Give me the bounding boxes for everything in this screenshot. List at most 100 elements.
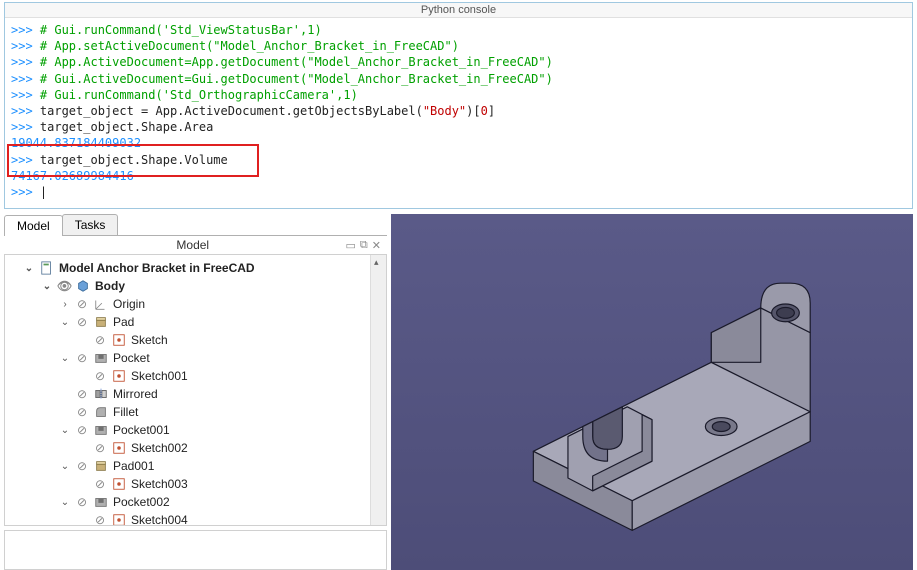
visibility-hidden-icon[interactable]: ⊘	[75, 423, 89, 437]
prompt: >>>	[11, 72, 40, 86]
expand-icon[interactable]: ⌄	[59, 461, 71, 472]
expand-icon[interactable]: ⌄	[59, 353, 71, 364]
console-line: target_object.Shape.Area	[40, 120, 213, 134]
sketch-icon	[111, 332, 127, 348]
console-result: 74167.02689984416	[11, 169, 134, 183]
python-console-panel: Python console >>> # Gui.runCommand('Std…	[4, 2, 913, 208]
tree-sketch001[interactable]: ⊘ Sketch001	[77, 367, 386, 385]
python-console[interactable]: >>> # Gui.runCommand('Std_ViewStatusBar'…	[5, 18, 912, 208]
tree-pocket002[interactable]: ⌄ ⊘ Pocket002	[59, 493, 386, 511]
tree-pocket001[interactable]: ⌄ ⊘ Pocket001	[59, 421, 386, 439]
panel-title: Model	[40, 238, 346, 252]
3d-viewport[interactable]	[391, 214, 913, 570]
tree-sketch004[interactable]: ⊘ Sketch004	[77, 511, 386, 526]
console-cursor[interactable]: |	[40, 185, 47, 199]
model-tree[interactable]: ⌄ Model Anchor Bracket in FreeCAD ⌄ 👁	[5, 255, 386, 526]
document-icon	[39, 260, 55, 276]
pocket-icon	[93, 422, 109, 438]
expand-icon[interactable]: ⌄	[59, 497, 71, 508]
visibility-hidden-icon[interactable]: ⊘	[75, 315, 89, 329]
pad-icon	[93, 314, 109, 330]
visibility-hidden-icon[interactable]: ⊘	[93, 441, 107, 455]
model-panel: Model Tasks Model ▭ ⧉ ✕ ⌄	[4, 214, 387, 570]
tree-label: Sketch	[131, 333, 168, 347]
tree-label: Pocket001	[113, 423, 170, 437]
pocket-icon	[93, 350, 109, 366]
mirror-icon	[93, 386, 109, 402]
visibility-hidden-icon[interactable]: ⊘	[75, 351, 89, 365]
console-title: Python console	[5, 3, 912, 18]
tree-label: Sketch004	[131, 513, 188, 526]
tree-label: Mirrored	[113, 387, 158, 401]
visibility-hidden-icon[interactable]: ⊘	[93, 477, 107, 491]
visibility-hidden-icon[interactable]: ⊘	[75, 495, 89, 509]
tree-fillet[interactable]: ⊘ Fillet	[59, 403, 386, 421]
console-line: # Gui.ActiveDocument=Gui.getDocument("Mo…	[40, 72, 553, 86]
prompt: >>>	[11, 104, 40, 118]
tree-pad[interactable]: ⌄ ⊘ Pad	[59, 313, 386, 331]
visibility-hidden-icon[interactable]: ⊘	[93, 513, 107, 526]
body-icon	[75, 278, 91, 294]
tree-sketch[interactable]: ⊘ Sketch	[77, 331, 386, 349]
panel-header: Model ▭ ⧉ ✕	[4, 236, 387, 255]
visibility-icon[interactable]: 👁	[57, 279, 71, 293]
expand-icon[interactable]: ⌄	[41, 281, 53, 292]
prompt: >>>	[11, 185, 40, 199]
visibility-hidden-icon[interactable]: ⊘	[75, 459, 89, 473]
origin-icon	[93, 296, 109, 312]
panel-close-icon[interactable]: ✕	[372, 239, 381, 252]
console-line: # App.setActiveDocument("Model_Anchor_Br…	[40, 39, 459, 53]
tree-label: Model Anchor Bracket in FreeCAD	[59, 261, 255, 275]
expand-icon[interactable]: ›	[59, 299, 71, 310]
console-result: 19044.837184409032	[11, 136, 141, 150]
tree-origin[interactable]: › ⊘ Origin	[59, 295, 386, 313]
console-line: target_object.Shape.Volume	[40, 153, 228, 167]
bracket-model	[391, 214, 913, 570]
tree-root[interactable]: ⌄ Model Anchor Bracket in FreeCAD	[23, 259, 386, 277]
tree-label: Sketch001	[131, 369, 188, 383]
visibility-hidden-icon[interactable]: ⊘	[75, 405, 89, 419]
sketch-icon	[111, 368, 127, 384]
console-line: target_object = App.ActiveDocument.getOb…	[40, 104, 495, 118]
tree-label: Pocket	[113, 351, 150, 365]
sketch-icon	[111, 512, 127, 526]
tree-sketch003[interactable]: ⊘ Sketch003	[77, 475, 386, 493]
console-line: # App.ActiveDocument=App.getDocument("Mo…	[40, 55, 553, 69]
prompt: >>>	[11, 39, 40, 53]
fillet-icon	[93, 404, 109, 420]
tree-pocket[interactable]: ⌄ ⊘ Pocket	[59, 349, 386, 367]
tree-body[interactable]: ⌄ 👁 Body	[41, 277, 386, 295]
sketch-icon	[111, 476, 127, 492]
tab-tasks[interactable]: Tasks	[62, 214, 119, 235]
tree-label: Sketch002	[131, 441, 188, 455]
panel-detach-icon[interactable]: ⧉	[360, 239, 368, 252]
property-panel[interactable]	[4, 530, 387, 570]
visibility-hidden-icon[interactable]: ⊘	[93, 333, 107, 347]
tab-bar: Model Tasks	[4, 214, 387, 236]
visibility-hidden-icon[interactable]: ⊘	[93, 369, 107, 383]
sketch-icon	[111, 440, 127, 456]
pad-icon	[93, 458, 109, 474]
tree-sketch002[interactable]: ⊘ Sketch002	[77, 439, 386, 457]
prompt: >>>	[11, 153, 40, 167]
pocket-icon	[93, 494, 109, 510]
expand-icon[interactable]: ⌄	[59, 317, 71, 328]
tree-label: Sketch003	[131, 477, 188, 491]
visibility-hidden-icon[interactable]: ⊘	[75, 387, 89, 401]
prompt: >>>	[11, 23, 40, 37]
tab-model[interactable]: Model	[4, 215, 63, 236]
expand-icon[interactable]: ⌄	[59, 425, 71, 436]
console-line: # Gui.runCommand('Std_OrthographicCamera…	[40, 88, 358, 102]
tree-label: Fillet	[113, 405, 138, 419]
tree-scrollbar[interactable]	[370, 255, 386, 525]
tree-label: Pad	[113, 315, 134, 329]
tree-mirrored[interactable]: ⊘ Mirrored	[59, 385, 386, 403]
prompt: >>>	[11, 120, 40, 134]
tree-label: Pocket002	[113, 495, 170, 509]
tree-pad001[interactable]: ⌄⊘Pad001	[59, 457, 386, 475]
tree-label: Origin	[113, 297, 145, 311]
panel-float-icon[interactable]: ▭	[346, 239, 356, 252]
expand-icon[interactable]: ⌄	[23, 263, 35, 274]
prompt: >>>	[11, 55, 40, 69]
visibility-hidden-icon[interactable]: ⊘	[75, 297, 89, 311]
